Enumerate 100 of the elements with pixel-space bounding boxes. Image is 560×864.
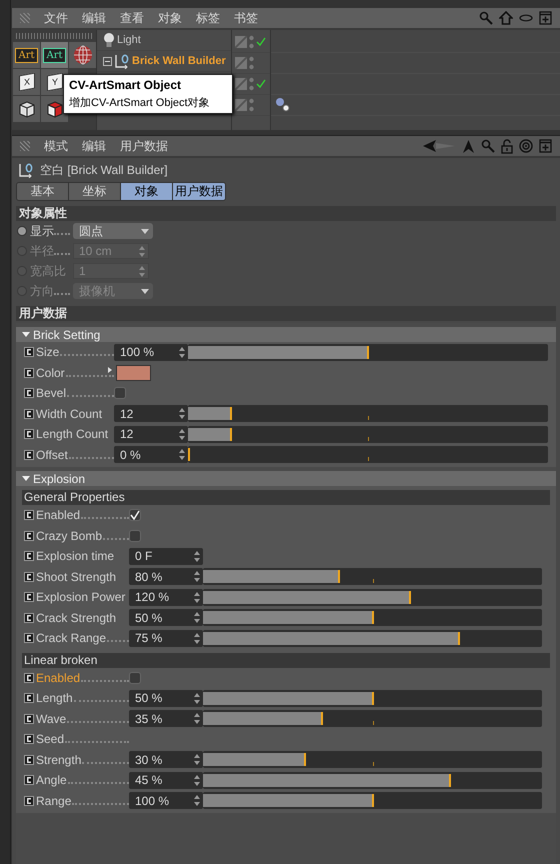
lock-icon[interactable] [501,138,513,154]
number-field[interactable]: 12 [114,405,188,422]
menu-item[interactable]: 书签 [234,10,258,26]
slider-handle[interactable] [372,611,374,624]
tab[interactable]: 对象 [121,183,173,200]
group-title[interactable]: Explosion [33,472,86,486]
checkbox[interactable] [129,672,141,684]
art-label: Art [15,48,38,62]
slider-handle[interactable] [188,448,190,462]
property-label: Explosion Power [36,590,126,604]
keyframe-icon [24,612,34,623]
up-arrow-icon[interactable] [462,138,475,154]
checkbox[interactable] [129,509,141,522]
search-icon[interactable] [479,11,493,25]
property-label: Range [36,794,72,808]
slider-handle[interactable] [372,692,374,705]
menu-item[interactable]: 查看 [120,10,144,26]
section-header: 用户数据 [16,306,556,321]
check-icon[interactable] [256,79,266,89]
spinner-icon [194,632,200,644]
number-field[interactable]: 30 % [129,751,203,768]
slider-handle[interactable] [408,590,411,604]
menu-item[interactable]: 标签 [196,10,220,26]
tab[interactable]: 用户数据 [173,183,225,200]
menu-item[interactable]: 文件 [44,10,68,26]
number-field[interactable]: 50 % [129,609,203,626]
slider-handle[interactable] [304,753,306,766]
property-label: Length Count [36,427,108,442]
slider-handle[interactable] [372,794,374,808]
grip-handle[interactable] [16,33,92,39]
expand-triangle-icon[interactable] [108,366,112,373]
menu-item[interactable]: 用户数据 [120,138,168,154]
search-icon[interactable] [481,139,495,153]
check-icon[interactable] [256,37,266,47]
grip-handle[interactable] [20,13,30,23]
number-field[interactable]: 35 % [129,710,203,728]
plus-box-icon[interactable] [539,139,552,153]
tab[interactable]: 基本 [17,183,69,200]
color-swatch[interactable] [116,364,151,381]
number-field[interactable]: 0 F [129,548,203,565]
slider-handle[interactable] [449,774,452,787]
back-arrow-icon[interactable] [422,139,456,153]
object-name[interactable]: Brick Wall Builder [132,55,226,67]
palette-button[interactable]: Art [13,42,40,68]
number-field[interactable]: 80 % [129,568,203,586]
menu-item[interactable]: 对象 [158,10,182,26]
tooltip-title: CV-ArtSmart Object [69,78,182,92]
keyframe-icon [24,672,34,683]
spheres-tag-icon[interactable] [275,97,291,113]
palette-button[interactable]: X [13,69,40,95]
number-field[interactable]: 0 % [114,446,188,464]
home-icon[interactable] [499,11,513,25]
subgroup-header: General Properties [22,490,550,505]
slider-handle[interactable] [320,712,323,726]
slider-handle[interactable] [367,346,369,359]
slider-handle[interactable] [338,570,340,584]
visibility-dots-icon[interactable] [249,56,254,70]
number-field[interactable]: 100 % [114,344,188,361]
section-header: 对象属性 [16,206,556,221]
disclosure-triangle-icon[interactable] [22,476,30,481]
number-field[interactable]: 12 [114,426,188,443]
number-field[interactable]: 120 % [129,588,203,606]
slider-handle[interactable] [458,632,460,645]
slider-handle[interactable] [230,428,232,441]
number-field[interactable]: 50 % [129,690,203,707]
check-icon [130,510,140,520]
ellipse-icon[interactable] [519,14,533,22]
visibility-dots-icon[interactable] [249,77,254,91]
number-field[interactable]: 45 % [129,772,203,789]
tab[interactable]: 坐标 [69,183,121,200]
object-name[interactable]: Light [117,34,141,46]
animate-radio[interactable] [17,226,27,236]
null-object-icon [114,54,130,68]
menu-item[interactable]: 编辑 [82,10,106,26]
disclosure-triangle-icon[interactable] [22,332,30,337]
art-label: Art [43,48,66,62]
dropdown[interactable]: 圆点 [73,223,153,239]
plus-box-icon[interactable] [539,11,552,25]
palette-button[interactable]: Art [41,42,68,68]
checkbox[interactable] [114,387,126,400]
collapse-icon[interactable] [103,56,112,66]
subgroup-header: Linear broken [22,652,550,668]
property-label: Width Count [36,406,102,421]
number-field[interactable]: 100 % [129,792,203,810]
target-icon[interactable] [519,139,533,153]
checkbox[interactable] [129,530,141,542]
menu-item[interactable]: 模式 [44,138,68,154]
menu-item[interactable]: 编辑 [82,138,106,154]
spinner-icon [139,246,145,256]
group-title[interactable]: Brick Setting [33,328,100,342]
slider-handle[interactable] [230,407,232,420]
visibility-dots-icon[interactable] [249,35,254,49]
property-label: Crack Range [36,631,106,646]
spinner-icon [194,612,200,624]
number-field[interactable]: 75 % [129,630,203,647]
visibility-dots-icon[interactable] [249,98,254,112]
property-label: Shoot Strength [36,570,116,584]
grip-handle[interactable] [20,141,30,151]
palette-button[interactable] [13,96,40,122]
keyframe-icon [24,693,34,704]
